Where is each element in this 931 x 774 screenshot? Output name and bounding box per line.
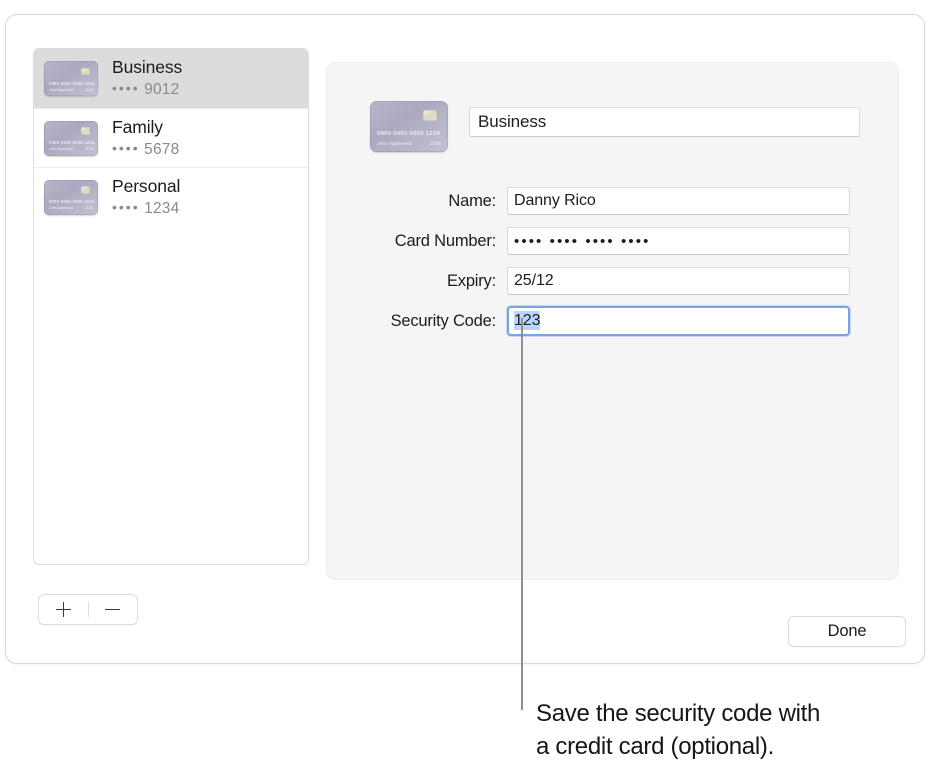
card-art-expiry: 11/25 [85,147,93,151]
screenshot-root: 0000 0000 0000 1234 John Appleseed 11/25… [0,0,931,774]
list-item-business[interactable]: 0000 0000 0000 1234 John Appleseed 11/25… [34,49,308,108]
detail-card-preview: 0000 0000 0000 1234 John Appleseed 11/25 [370,101,448,152]
remove-card-button[interactable] [89,595,138,624]
card-number-input[interactable] [507,227,850,255]
card-chip-icon [81,68,90,76]
credit-card-icon: 0000 0000 0000 1234 John Appleseed 11/25 [44,180,98,215]
list-item-title: Business [112,57,182,78]
credit-cards-window: 0000 0000 0000 1234 John Appleseed 11/25… [5,14,925,664]
expiry-label: Expiry: [327,272,507,291]
card-art-number: 0000 0000 0000 1234 [377,131,440,137]
masked-dots: •••• [112,80,140,96]
card-art-expiry: 11/25 [85,88,93,92]
form-row-security-code: Security Code: 123 [327,301,898,341]
add-card-button[interactable] [39,595,88,624]
masked-dots: •••• [112,140,140,156]
card-art-number: 0000 0000 0000 1234 [49,199,95,204]
form-row-expiry: Expiry: [327,261,898,301]
list-item-subtitle: •••• 9012 [112,79,182,100]
minus-icon [105,602,120,617]
card-detail-panel: 0000 0000 0000 1234 John Appleseed 11/25… [326,62,899,580]
expiry-input[interactable] [507,267,850,295]
card-art-holder: John Appleseed [49,206,74,210]
security-code-label: Security Code: [327,312,507,331]
card-art-number: 0000 0000 0000 1234 [49,81,95,86]
form-row-name: Name: [327,181,898,221]
card-chip-icon [81,186,90,194]
name-label: Name: [327,192,507,211]
list-item-text: Personal •••• 1234 [112,176,180,219]
list-item-title: Personal [112,176,180,197]
last-four-digits: 9012 [144,81,179,98]
form-row-card-number: Card Number: [327,221,898,261]
card-number-label: Card Number: [327,232,507,251]
list-item-text: Business •••• 9012 [112,57,182,100]
callout-line-1: Save the security code with [536,697,926,730]
card-chip-icon [81,127,90,135]
card-art-expiry: 11/25 [430,141,441,146]
callout-leader-line [521,318,523,710]
list-item-title: Family [112,117,179,138]
credit-card-icon: 0000 0000 0000 1234 John Appleseed 11/25 [44,61,98,96]
credit-card-icon-large: 0000 0000 0000 1234 John Appleseed 11/25 [370,101,448,152]
last-four-digits: 1234 [144,200,179,217]
list-item-personal[interactable]: 0000 0000 0000 1234 John Appleseed 11/25… [34,167,308,226]
security-code-input[interactable]: 123 [507,306,850,336]
card-art-holder: John Appleseed [377,141,412,146]
list-item-family[interactable]: 0000 0000 0000 1234 John Appleseed 11/25… [34,108,308,167]
last-four-digits: 5678 [144,141,179,158]
done-button[interactable]: Done [788,616,906,647]
list-item-subtitle: •••• 1234 [112,198,180,219]
name-input[interactable] [507,187,850,215]
credit-card-icon: 0000 0000 0000 1234 John Appleseed 11/25 [44,121,98,156]
card-art-holder: John Appleseed [49,147,74,151]
masked-dots: •••• [112,199,140,215]
card-detail-form: Name: Card Number: Expiry: Security Code… [327,181,898,341]
add-remove-segmented-control[interactable] [38,594,138,625]
plus-icon [56,602,71,617]
security-code-value: 123 [514,311,540,330]
card-art-holder: John Appleseed [49,88,74,92]
callout-text: Save the security code with a credit car… [536,697,926,763]
list-item-text: Family •••• 5678 [112,117,179,160]
card-title-input[interactable] [469,107,860,137]
card-art-expiry: 11/25 [85,206,93,210]
card-chip-icon [423,110,437,121]
list-item-subtitle: •••• 5678 [112,139,179,160]
card-art-number: 0000 0000 0000 1234 [49,140,95,145]
callout-line-2: a credit card (optional). [536,730,926,763]
card-list[interactable]: 0000 0000 0000 1234 John Appleseed 11/25… [33,48,309,565]
